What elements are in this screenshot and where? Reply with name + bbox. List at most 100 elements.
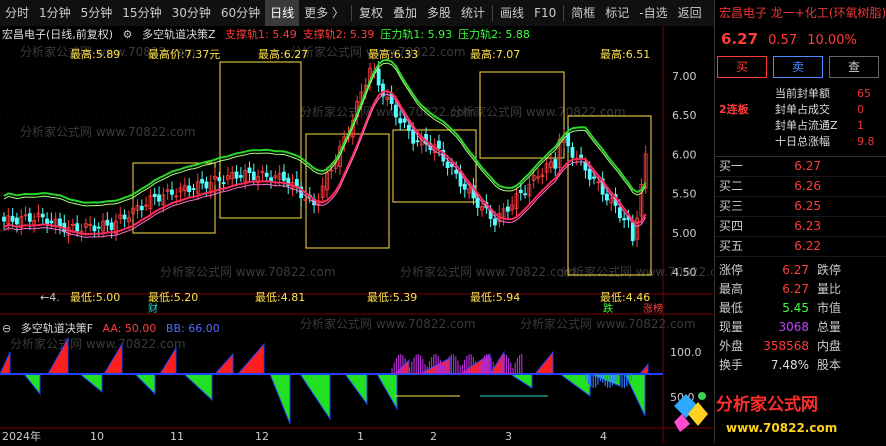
candle-body <box>553 159 558 169</box>
quote-stat-row: 涨停 6.27 跌停 <box>715 261 886 280</box>
order-level-label: 买五 <box>719 239 744 253</box>
logo-url: www.70822.com <box>726 421 837 435</box>
candle-body <box>445 161 450 169</box>
query-button[interactable]: 查 <box>829 56 879 78</box>
toolbar-item-11[interactable]: 统计 <box>456 0 490 26</box>
date-tick: 4 <box>600 430 607 443</box>
candle-body <box>523 193 528 196</box>
toolbar-item-14[interactable]: 简框 <box>566 0 600 26</box>
stat-label: 最低 <box>719 301 744 315</box>
order-book-row[interactable]: 买五 6.22 <box>715 237 886 257</box>
candle-body <box>217 177 222 182</box>
site-logo: 分析家公式网 www.70822.com <box>674 392 837 435</box>
price-tick: 7.00 <box>672 70 697 83</box>
toolbar-item-12[interactable]: 画线 <box>495 0 529 26</box>
limit-info-row: 当前封单额 65 <box>715 86 886 102</box>
price-tick: 6.00 <box>672 148 697 161</box>
watermark-text: 分析家公式网 www.70822.com <box>160 264 336 279</box>
candle-body <box>264 172 269 177</box>
order-level-price: 6.27 <box>794 159 821 173</box>
kline-chart[interactable]: 分析家公式网 www.70822.com 分析家公式网 www.70822.com… <box>0 26 736 443</box>
order-book-row[interactable]: 买三 6.25 <box>715 197 886 217</box>
toolbar-item-0[interactable]: 分时 <box>0 0 34 26</box>
order-book-row[interactable]: 买二 6.26 <box>715 177 886 197</box>
sell-button[interactable]: 卖 <box>773 56 823 78</box>
buy-button[interactable]: 买 <box>717 56 767 78</box>
watermark-text: 分析家公式网 www.70822.com <box>450 104 626 119</box>
order-book-row[interactable]: 买一 6.27 <box>715 157 886 177</box>
settings-icon[interactable]: ⚙ <box>123 28 133 41</box>
candle-body <box>282 171 286 181</box>
toolbar-item-3[interactable]: 15分钟 <box>117 0 166 26</box>
limit-tag <box>715 118 775 134</box>
order-level-label: 买二 <box>719 179 744 193</box>
limit-value: 65 <box>857 87 871 100</box>
candle-body <box>605 193 609 201</box>
toolbar-item-5[interactable]: 60分钟 <box>216 0 265 26</box>
stat-value: 5.45 <box>782 301 809 315</box>
price-change: 0.57 <box>768 33 798 48</box>
stat-label: 最高 <box>719 282 744 296</box>
limit-info-row: 十日总涨幅 9.8 <box>715 134 886 150</box>
price-tick: 5.50 <box>672 188 697 201</box>
toolbar-item-4[interactable]: 30分钟 <box>167 0 216 26</box>
limit-label: 封单占成交 <box>775 103 830 116</box>
toolbar-item-1[interactable]: 1分钟 <box>34 0 76 26</box>
candle-body <box>139 205 144 211</box>
order-level-label: 买一 <box>719 159 744 173</box>
candle-body <box>394 104 398 118</box>
signal-badge: 涨榜 <box>643 302 663 315</box>
indicator-name[interactable]: 多空轨道决策Z <box>142 28 216 41</box>
collapse-icon[interactable]: ⊖ <box>2 322 11 335</box>
toolbar-item-10[interactable]: 多股 <box>422 0 456 26</box>
candle-body <box>10 215 15 222</box>
candle-body <box>109 222 114 231</box>
toolbar-separator <box>492 5 494 21</box>
toolbar-item-7[interactable]: 更多 〉 <box>299 0 349 26</box>
chart-area[interactable]: 分析家公式网 www.70822.com 分析家公式网 www.70822.com… <box>0 26 736 443</box>
stat-label: 外盘 <box>719 339 744 353</box>
stat-value: 358568 <box>763 339 809 353</box>
toolbar-item-17[interactable]: 返回 <box>673 0 707 26</box>
quote-stat-row: 最高 6.27 量比 <box>715 280 886 299</box>
low-label: 最低:5.94 <box>470 291 520 304</box>
toolbar-item-9[interactable]: 叠加 <box>388 0 422 26</box>
candle-body <box>415 140 420 143</box>
candle-body <box>75 223 80 232</box>
stat-label: 涨停 <box>719 263 744 277</box>
price-tick: 4.50 <box>672 266 697 279</box>
toolbar-item-2[interactable]: 5分钟 <box>76 0 118 26</box>
limit-label: 十日总涨幅 <box>775 135 830 148</box>
aa-label: AA: 50.00 <box>102 322 157 335</box>
candle-body <box>58 218 62 227</box>
quote-stat-row: 现量 3068 总量 <box>715 318 886 337</box>
candle-body <box>411 129 416 144</box>
quote-stat-row: 最低 5.45 市值 <box>715 299 886 318</box>
date-tick: 2024年 <box>2 429 41 443</box>
toolbar-item-15[interactable]: 标记 <box>600 0 634 26</box>
toolbar-item-6[interactable]: 日线 <box>265 0 300 26</box>
toolbar-item-8[interactable]: 复权 <box>354 0 388 26</box>
limit-value: 9.8 <box>857 135 875 148</box>
toolbar-separator <box>563 5 565 21</box>
candle-body <box>381 83 385 97</box>
limit-info-row: 2连板 封单占成交 0 <box>715 102 886 118</box>
candle-body <box>157 194 161 202</box>
limit-label: 当前封单额 <box>775 87 830 100</box>
stat-label-2: 量比 <box>817 282 842 296</box>
candle-body <box>122 214 127 220</box>
order-book-row[interactable]: 买四 6.23 <box>715 217 886 237</box>
order-level-price: 6.26 <box>794 179 821 193</box>
candle-body <box>617 207 622 218</box>
date-tick: 11 <box>170 430 184 443</box>
toolbar-item-16[interactable]: -自选 <box>634 0 672 26</box>
order-level-price: 6.22 <box>794 239 821 253</box>
candle-body <box>105 219 110 226</box>
candle-body <box>570 146 575 158</box>
toolbar-item-13[interactable]: F10 <box>529 0 561 26</box>
legend-item-1: 支撑轨2: 5.39 <box>302 28 375 41</box>
sub-indicator-name[interactable]: 多空轨道决策F <box>21 322 93 335</box>
stock-name-line: 宏昌电子 龙一+化工(环氧树脂) <box>719 6 886 20</box>
watermark-text: 分析家公式网 www.70822.com <box>400 264 576 279</box>
date-tick: 10 <box>90 430 104 443</box>
